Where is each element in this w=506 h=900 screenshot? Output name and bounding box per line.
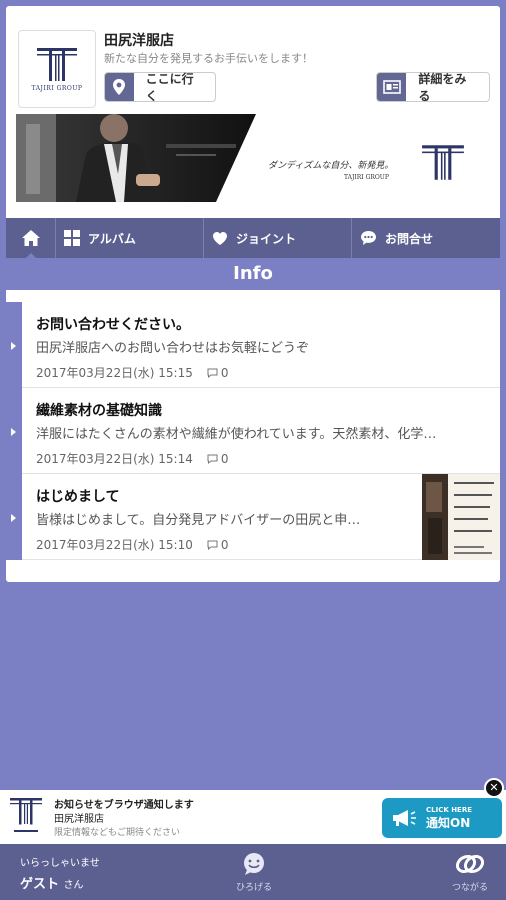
tajiri-logo-icon [37,48,77,81]
shop-card: TAJIRI GROUP 田尻洋服店 新たな自分を発見するお手伝いをします！ こ… [6,6,500,582]
nav-joint[interactable]: ジョイント [204,218,352,258]
notify-button-label: 通知ON [426,815,471,830]
user-suffix: さん [63,880,84,891]
go-here-label: ここに行く [145,72,194,103]
link-icon [440,852,500,876]
home-icon [21,230,40,246]
list-item[interactable]: 繊維素材の基礎知識 洋服にはたくさんの素材や繊維が使われています。天然素材、化学… [6,388,500,474]
post-title: お問い合わせください。 [36,317,190,333]
comment-count-value: 0 [220,451,229,466]
post-thumbnail[interactable] [422,474,500,560]
bottom-tab-bar: いらっしゃいませ ゲスト さん ひろげる つながる [0,844,506,900]
item-marker [6,388,22,474]
post-meta: 2017年03月22日(水) 15:10 0 [36,536,228,553]
post-meta: 2017年03月22日(水) 15:14 0 [36,450,228,467]
item-marker [6,302,22,388]
post-summary: 洋服にはたくさんの素材や繊維が使われています。天然素材、化学… [36,427,437,442]
nav-album[interactable]: アルバム [56,218,204,258]
post-date: 2017年03月22日(水) 15:14 [36,452,193,466]
promo-title: お知らせをブラウザ通知します [54,800,194,811]
promo-logo-icon [10,798,42,832]
notify-on-button[interactable]: CLICK HERE 通知ON [382,798,502,838]
post-title: はじめまして [36,489,120,505]
megaphone-icon [382,808,426,828]
banner-photo [16,114,256,202]
heart-icon [212,231,228,246]
promo-subtitle: 限定情報などもご期待ください [54,828,181,838]
nav-joint-label: ジョイント [236,231,297,246]
comment-icon [207,368,218,378]
comment-count: 0 [207,537,229,552]
notify-button-caption: CLICK HERE [426,805,473,814]
spread-label: ひろげる [235,883,272,893]
list-item[interactable]: はじめまして 皆様はじめまして。自分発見アドバイザーの田尻と申… 2017年03… [6,474,500,560]
shop-tagline: 新たな自分を発見するお手伝いをします！ [104,52,313,65]
connect-label: つながる [451,883,488,893]
logo-text: TAJIRI GROUP [31,85,83,92]
notification-banner: お知らせをブラウザ通知します 田尻洋服店 限定情報などもご期待ください CLIC… [0,790,506,844]
promo-shop-name: 田尻洋服店 [54,814,104,825]
profile-card-icon [377,73,407,101]
shop-name: 田尻洋服店 [104,33,174,49]
post-date: 2017年03月22日(水) 15:15 [36,366,193,380]
post-summary: 皆様はじめまして。自分発見アドバイザーの田尻と申… [36,513,361,528]
banner-logo-icon [422,145,464,180]
map-pin-icon [105,73,134,101]
list-item[interactable]: お問い合わせください。 田尻洋服店へのお問い合わせはお気軽にどうぞ 2017年0… [6,302,500,388]
chat-bubble-icon [360,230,377,246]
shop-banner: ダンディズムな自分、新発見。 TAJIRI GROUP [6,114,500,202]
comment-count-value: 0 [220,537,229,552]
comment-count: 0 [207,365,229,380]
banner-slogan: ダンディズムな自分、新発見。 [268,161,394,171]
comment-count-value: 0 [220,365,229,380]
nav-album-label: アルバム [88,231,136,246]
shop-nav: アルバム ジョイント お問合せ [6,218,500,259]
shop-header: TAJIRI GROUP 田尻洋服店 新たな自分を発見するお手伝いをします！ こ… [6,6,500,114]
greeting-text: いらっしゃいませ [20,858,100,869]
comment-count: 0 [207,451,229,466]
post-summary: 田尻洋服店へのお問い合わせはお気軽にどうぞ [36,341,310,356]
post-date: 2017年03月22日(水) 15:10 [36,538,193,552]
connect-button[interactable]: つながる [440,852,500,893]
nav-contact-label: お問合せ [385,231,434,246]
details-label: 詳細をみる [418,72,467,103]
shop-logo[interactable]: TAJIRI GROUP [18,30,96,108]
chat-smile-icon [224,852,284,876]
close-banner-button[interactable]: ✕ [484,778,504,798]
section-title: Info [6,258,500,290]
nav-home[interactable] [6,218,56,259]
banner-group-name: TAJIRI GROUP [344,174,389,181]
grid-icon [64,230,80,246]
comment-icon [207,540,218,550]
user-name-value: ゲスト [20,877,60,892]
post-list: お問い合わせください。 田尻洋服店へのお問い合わせはお気軽にどうぞ 2017年0… [6,302,500,560]
nav-contact[interactable]: お問合せ [352,218,500,258]
details-button[interactable]: 詳細をみる [376,72,490,103]
go-here-button[interactable]: ここに行く [104,72,216,103]
item-marker [6,474,22,560]
post-title: 繊維素材の基礎知識 [36,403,162,419]
user-name: ゲスト さん [20,873,84,892]
post-meta: 2017年03月22日(水) 15:15 0 [36,364,228,381]
spread-button[interactable]: ひろげる [224,852,284,893]
comment-icon [207,454,218,464]
